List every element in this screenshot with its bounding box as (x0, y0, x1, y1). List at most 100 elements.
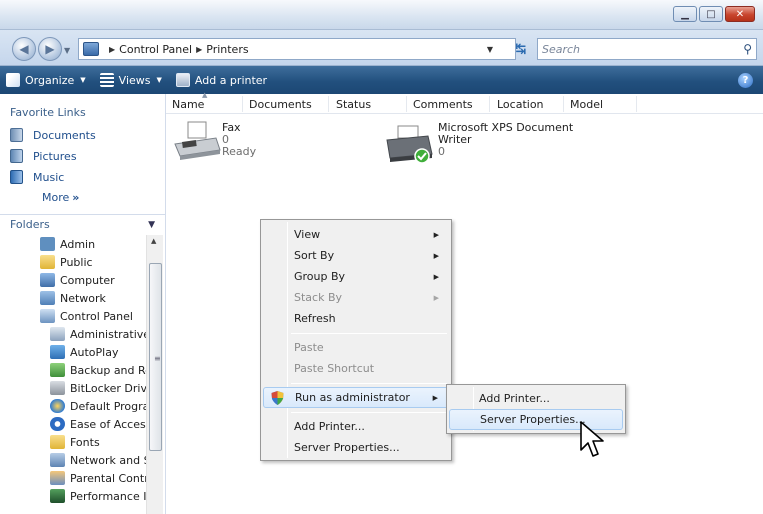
address-dropdown-icon[interactable]: ▼ (487, 45, 493, 54)
tree-item-control-panel[interactable]: Control Panel (40, 307, 133, 325)
tree-item-default-programs[interactable]: Default Progra (50, 397, 146, 415)
column-divider[interactable] (242, 96, 243, 112)
tree-item-backup[interactable]: Backup and Re (50, 361, 146, 379)
menu-item-label: Paste (294, 341, 324, 354)
breadcrumb-printers[interactable]: Printers (206, 43, 248, 56)
close-button[interactable]: ✕ (725, 6, 755, 22)
menu-item-view[interactable]: View ▶ (263, 224, 449, 245)
computer-icon (40, 273, 55, 287)
control-panel-icon (83, 42, 99, 56)
network-sharing-icon (50, 453, 65, 467)
favorite-links-header: Favorite Links (10, 106, 86, 119)
network-icon (40, 291, 55, 305)
column-comments[interactable]: Comments (413, 98, 473, 111)
forward-arrow-icon: ▶ (45, 42, 55, 56)
printers-list-view[interactable]: Name ▲ Documents Status Comments Locatio… (166, 91, 763, 514)
tree-item-network-sharing[interactable]: Network and S (50, 451, 146, 469)
xps-name-line2: Writer (438, 133, 472, 146)
folders-header[interactable]: Folders ▼ (0, 214, 165, 234)
more-links[interactable]: More» (42, 191, 79, 204)
favorite-pictures[interactable]: Pictures (10, 149, 77, 163)
menu-separator (291, 412, 447, 413)
address-field[interactable]: ▶ Control Panel ▶ Printers ▼ (78, 38, 516, 60)
breadcrumb-control-panel[interactable]: Control Panel (119, 43, 192, 56)
navigation-pane: Favorite Links Documents Pictures Music … (0, 94, 166, 514)
menu-item-sort-by[interactable]: Sort By ▶ (263, 245, 449, 266)
tree-item-admin[interactable]: Admin (40, 235, 95, 253)
column-model[interactable]: Model (570, 98, 603, 111)
tree-item-label: Public (60, 255, 93, 269)
favorite-documents-label: Documents (33, 128, 96, 142)
recent-pages-dropdown[interactable]: ▼ (64, 46, 70, 55)
xps-document-count: 0 (438, 145, 445, 158)
maximize-button[interactable]: □ (699, 6, 723, 22)
tree-item-fonts[interactable]: Fonts (50, 433, 100, 451)
user-folder-icon (40, 237, 55, 251)
tree-item-label: Default Progra (70, 399, 146, 413)
maximize-icon: □ (706, 8, 716, 20)
breadcrumb-separator-icon[interactable]: ▶ (196, 45, 202, 54)
tree-item-computer[interactable]: Computer (40, 271, 115, 289)
tree-item-administrative[interactable]: Administrative (50, 325, 146, 343)
views-icon (99, 73, 114, 87)
menu-item-label: Refresh (294, 312, 336, 325)
submenu-arrow-icon: ▶ (432, 393, 438, 402)
parental-controls-icon (50, 471, 65, 485)
menu-item-label: View (294, 228, 321, 241)
tree-item-ease-of-access[interactable]: Ease of Access (50, 415, 146, 433)
tree-item-public[interactable]: Public (40, 253, 93, 271)
default-programs-icon (50, 399, 65, 413)
chevron-down-icon: ▼ (80, 76, 86, 84)
column-divider[interactable] (489, 96, 490, 112)
scroll-up-icon[interactable]: ▲ (151, 237, 156, 245)
help-button[interactable]: ? (738, 73, 753, 88)
menu-item-run-as-administrator[interactable]: Run as administrator ▶ (263, 387, 449, 408)
submenu-arrow-icon: ▶ (433, 230, 439, 239)
tree-item-autoplay[interactable]: AutoPlay (50, 343, 118, 361)
column-name[interactable]: Name (172, 98, 204, 111)
tree-item-performance[interactable]: Performance Ir (50, 487, 146, 505)
tree-item-bitlocker[interactable]: BitLocker Drive (50, 379, 146, 397)
menu-item-label: Group By (294, 270, 346, 283)
column-divider[interactable] (406, 96, 407, 112)
submenu-item-label: Add Printer... (479, 392, 550, 405)
search-icon[interactable]: ⚲ (743, 42, 752, 56)
menu-item-add-printer[interactable]: Add Printer... (263, 416, 449, 437)
search-input[interactable]: Search ⚲ (537, 38, 757, 60)
minimize-button[interactable]: ▁ (673, 6, 697, 22)
forward-button[interactable]: ▶ (38, 37, 62, 61)
folder-tree-scrollbar[interactable]: ▲ ≡ (146, 235, 163, 514)
column-location[interactable]: Location (497, 98, 544, 111)
column-divider[interactable] (328, 96, 329, 112)
tree-item-label: Admin (60, 237, 96, 251)
menu-item-paste-shortcut: Paste Shortcut (263, 358, 449, 379)
tree-item-parental-controls[interactable]: Parental Contr (50, 469, 146, 487)
printer-icon (386, 125, 433, 164)
submenu-item-add-printer[interactable]: Add Printer... (449, 388, 623, 409)
menu-item-server-properties[interactable]: Server Properties... (263, 437, 449, 458)
menu-item-group-by[interactable]: Group By ▶ (263, 266, 449, 287)
tree-item-label: Ease of Access (70, 417, 146, 431)
tree-item-label: Performance Ir (70, 489, 146, 503)
mouse-cursor-icon (580, 421, 604, 457)
submenu-arrow-icon: ▶ (433, 272, 439, 281)
tree-item-label: Control Panel (60, 309, 133, 323)
add-printer-button[interactable]: Add a printer (175, 73, 267, 87)
favorite-music[interactable]: Music (10, 170, 64, 184)
organize-button[interactable]: Organize ▼ (6, 73, 86, 87)
breadcrumb-separator-icon[interactable]: ▶ (109, 45, 115, 54)
refresh-button[interactable]: ↹ (510, 38, 532, 60)
column-status[interactable]: Status (336, 98, 371, 111)
column-divider[interactable] (636, 96, 637, 112)
printer-item-fax[interactable]: Fax 0 Ready (172, 120, 272, 164)
back-button[interactable]: ◀ (12, 37, 36, 61)
favorite-documents[interactable]: Documents (10, 128, 96, 142)
menu-item-refresh[interactable]: Refresh (263, 308, 449, 329)
search-placeholder: Search (542, 42, 581, 56)
scrollbar-thumb[interactable]: ≡ (149, 263, 162, 451)
column-documents[interactable]: Documents (249, 98, 312, 111)
column-divider[interactable] (563, 96, 564, 112)
tree-item-network[interactable]: Network (40, 289, 106, 307)
views-button[interactable]: Views ▼ (99, 73, 162, 87)
printer-item-xps-writer[interactable]: Microsoft XPS Document Writer 0 (384, 120, 604, 164)
